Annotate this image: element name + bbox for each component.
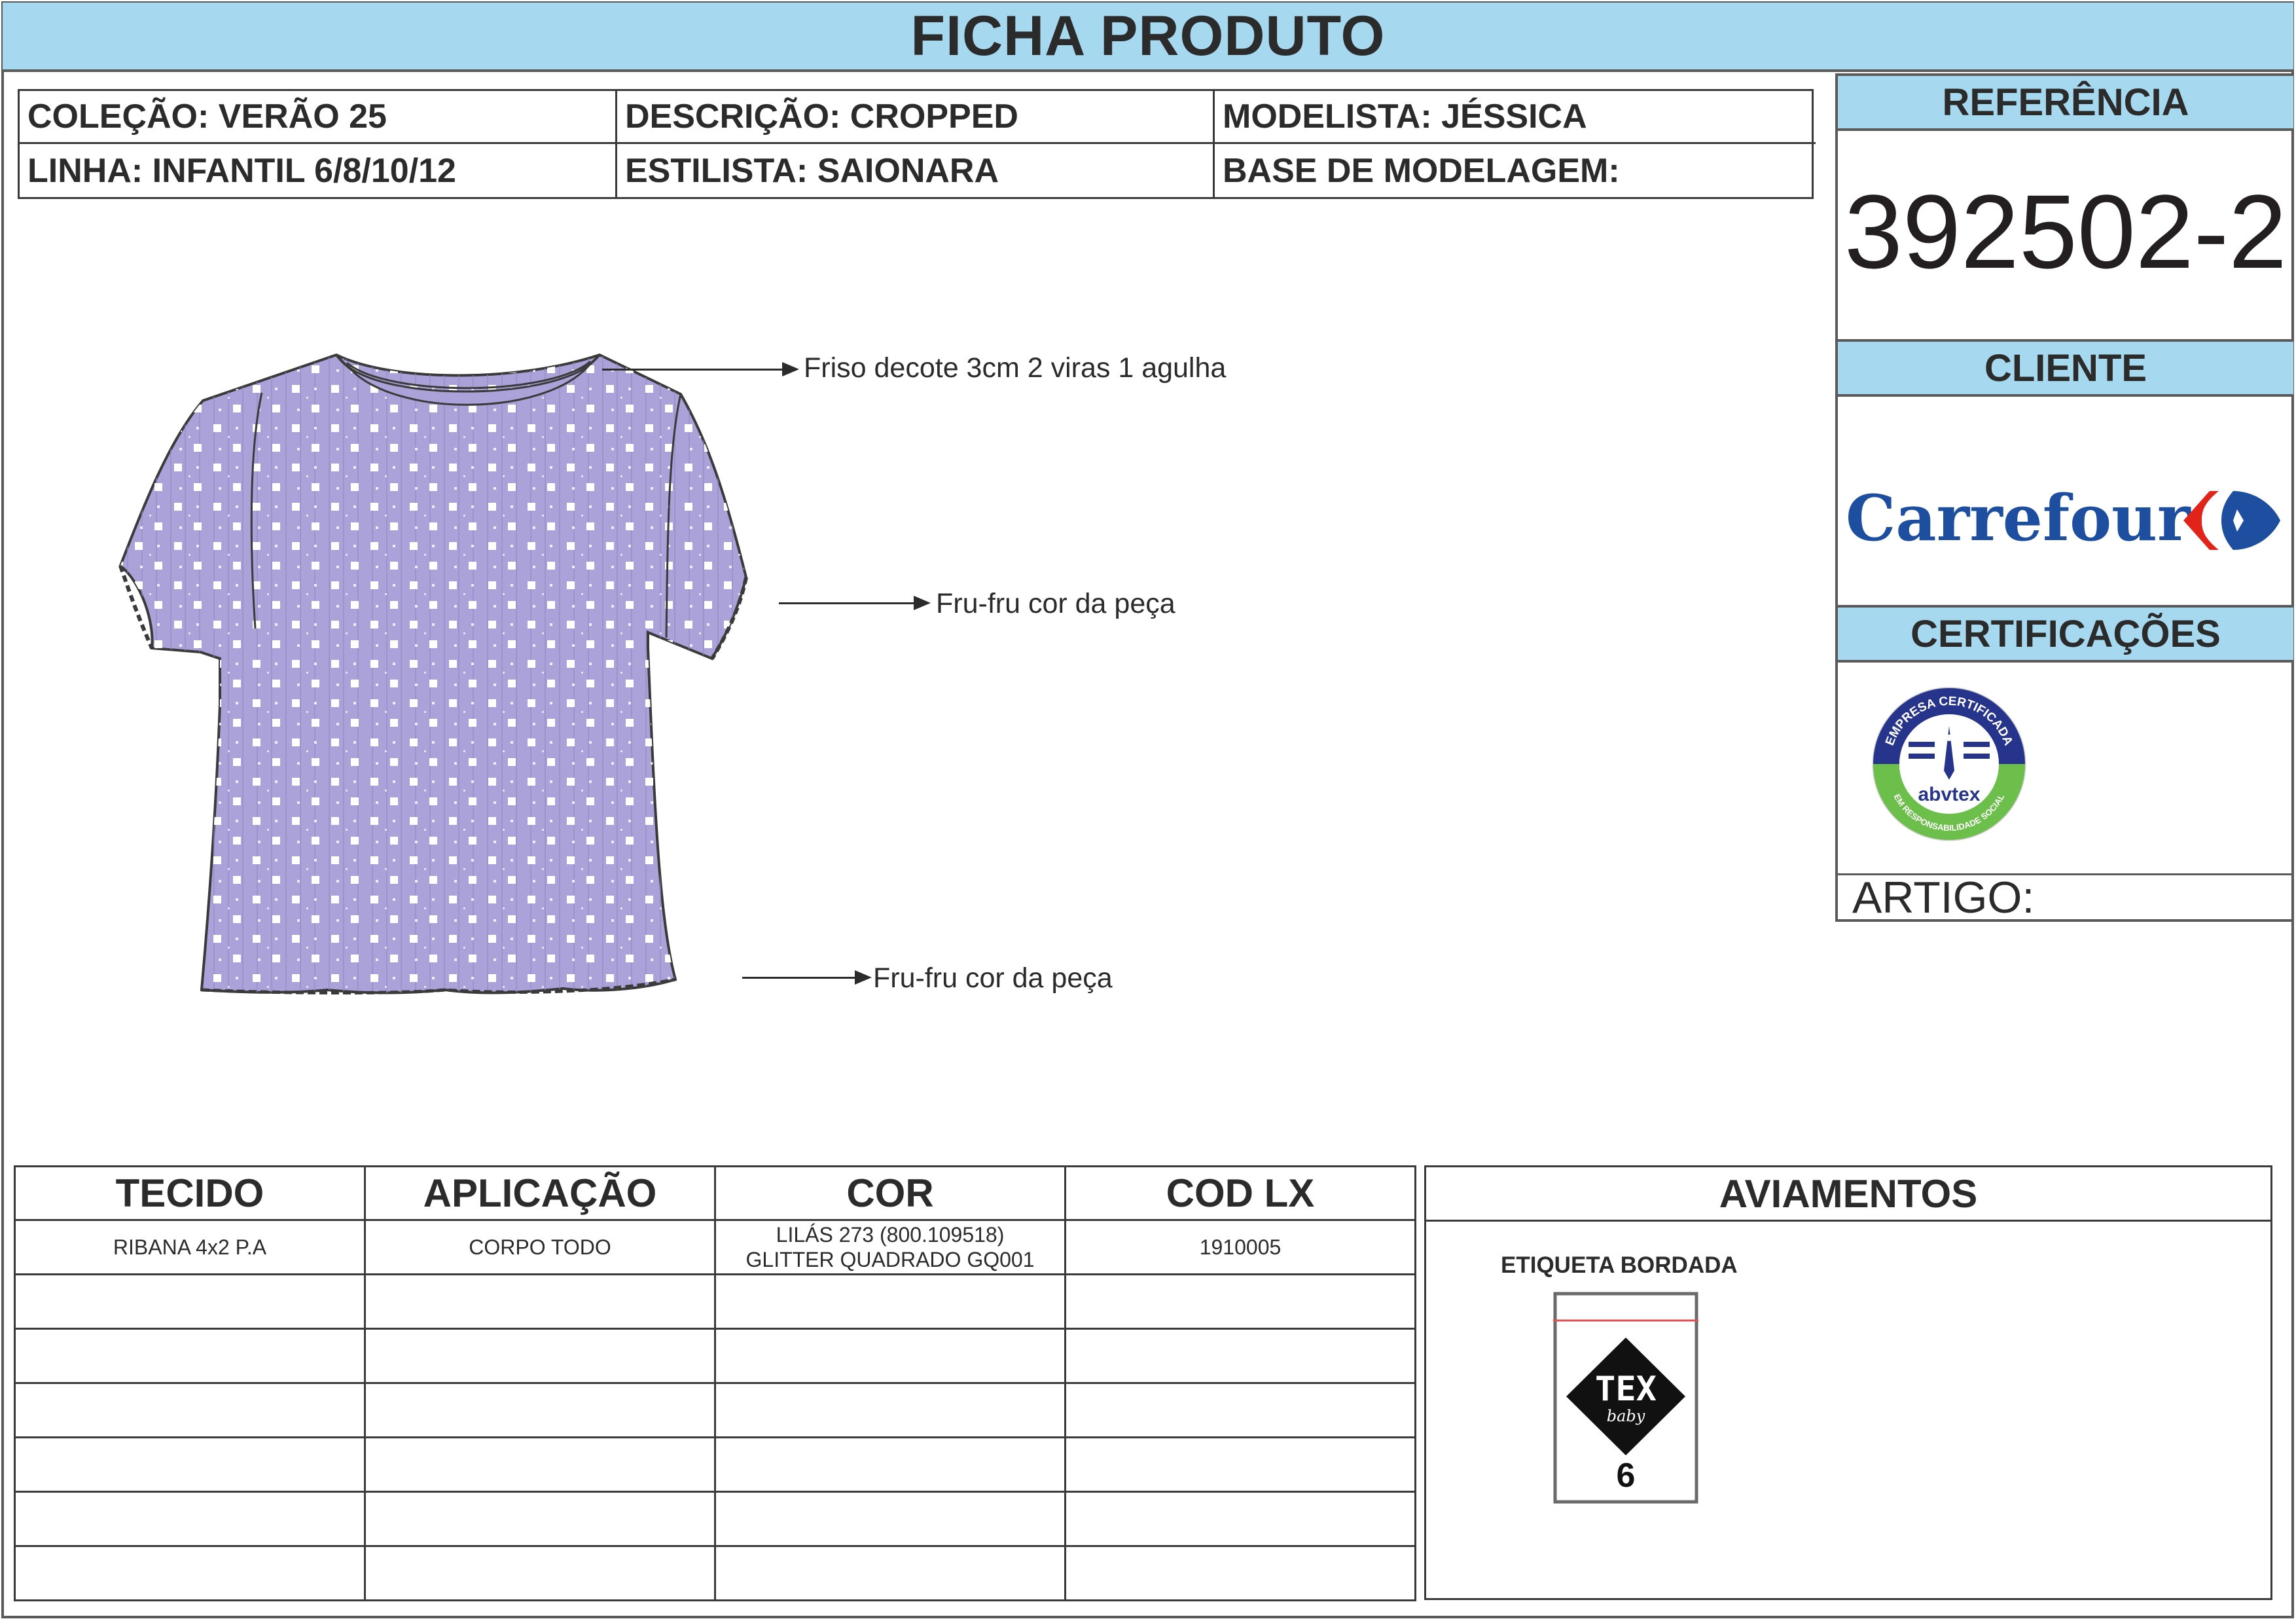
sidebar-panel: REFERÊNCIA 392502-2 CLIENTE Carrefour CE… [1835,73,2293,922]
garment-technical-drawing [92,340,851,1025]
artigo-label: ARTIGO: [1852,873,2035,922]
estilista-field: ESTILISTA: SAIONARA [617,144,1215,197]
aplicacao-cell: CORPO TODO [364,1219,716,1275]
colecao-field: COLEÇÃO: VERÃO 25 [20,91,617,144]
annotation-neckline: Friso decote 3cm 2 viras 1 agulha [804,352,1227,384]
table-row [14,1545,1416,1601]
svg-text:6: 6 [1617,1457,1636,1495]
linha-field: LINHA: INFANTIL 6/8/10/12 [20,144,617,197]
aviamentos-panel: AVIAMENTOS ETIQUETA BORDADA TEX baby 6 [1424,1165,2272,1600]
cor-cell: LILÁS 273 (800.109518) GLITTER QUADRADO … [714,1219,1066,1275]
referencia-value: 392502-2 [1844,173,2287,290]
annotation-hem: Fru-fru cor da peça [873,962,1113,994]
certificacoes-header: CERTIFICAÇÕES [1838,605,2293,663]
page-title: FICHA PRODUTO [3,3,2293,72]
referencia-header: REFERÊNCIA [1838,73,2293,131]
cliente-header: CLIENTE [1838,339,2293,397]
carrefour-blue-chevron [2221,491,2280,550]
table-row [14,1436,1416,1493]
aviamentos-header: AVIAMENTOS [1426,1167,2270,1222]
descricao-field: DESCRIÇÃO: CROPPED [617,91,1215,144]
abvtex-certification-badge: EMPRESA CERTIFICADA EM RESPONSABILIDADE … [1871,685,2028,843]
table-header-row: TECIDO APLICAÇÃO COR COD LX [14,1165,1416,1221]
col-header-cod-lx: COD LX [1064,1165,1416,1221]
table-row: RIBANA 4x2 P.A CORPO TODO LILÁS 273 (800… [14,1219,1416,1275]
col-header-tecido: TECIDO [14,1165,366,1221]
svg-text:baby: baby [1607,1407,1645,1425]
arrow-icon [914,596,931,610]
table-row [14,1273,1416,1330]
tecido-cell: RIBANA 4x2 P.A [14,1219,366,1275]
table-row [14,1382,1416,1438]
base-modelagem-field: BASE DE MODELAGEM: [1223,151,1620,190]
product-info-table: COLEÇÃO: VERÃO 25 DESCRIÇÃO: CROPPED MOD… [18,89,1816,199]
carrefour-wordmark: Carrefour [1846,481,2191,555]
arrow-icon [855,970,872,985]
table-row [14,1328,1416,1384]
embroidered-label-image: TEX baby 6 [1551,1292,1701,1504]
svg-text:abvtex: abvtex [1918,784,1980,805]
materials-table: TECIDO APLICAÇÃO COR COD LX RIBANA 4x2 P… [14,1165,1416,1601]
col-header-cor: COR [714,1165,1066,1221]
cod-lx-cell: 1910005 [1064,1219,1416,1275]
carrefour-logo: Carrefour [1843,453,2288,577]
svg-text:TEX: TEX [1595,1370,1657,1409]
table-row [14,1491,1416,1547]
trim-item-title: ETIQUETA BORDADA [1501,1252,1738,1278]
modelista-field: MODELISTA: JÉSSICA [1215,91,1816,144]
col-header-aplicacao: APLICAÇÃO [364,1165,716,1221]
annotation-sleeve: Fru-fru cor da peça [936,588,1175,619]
arrow-icon [782,362,799,376]
